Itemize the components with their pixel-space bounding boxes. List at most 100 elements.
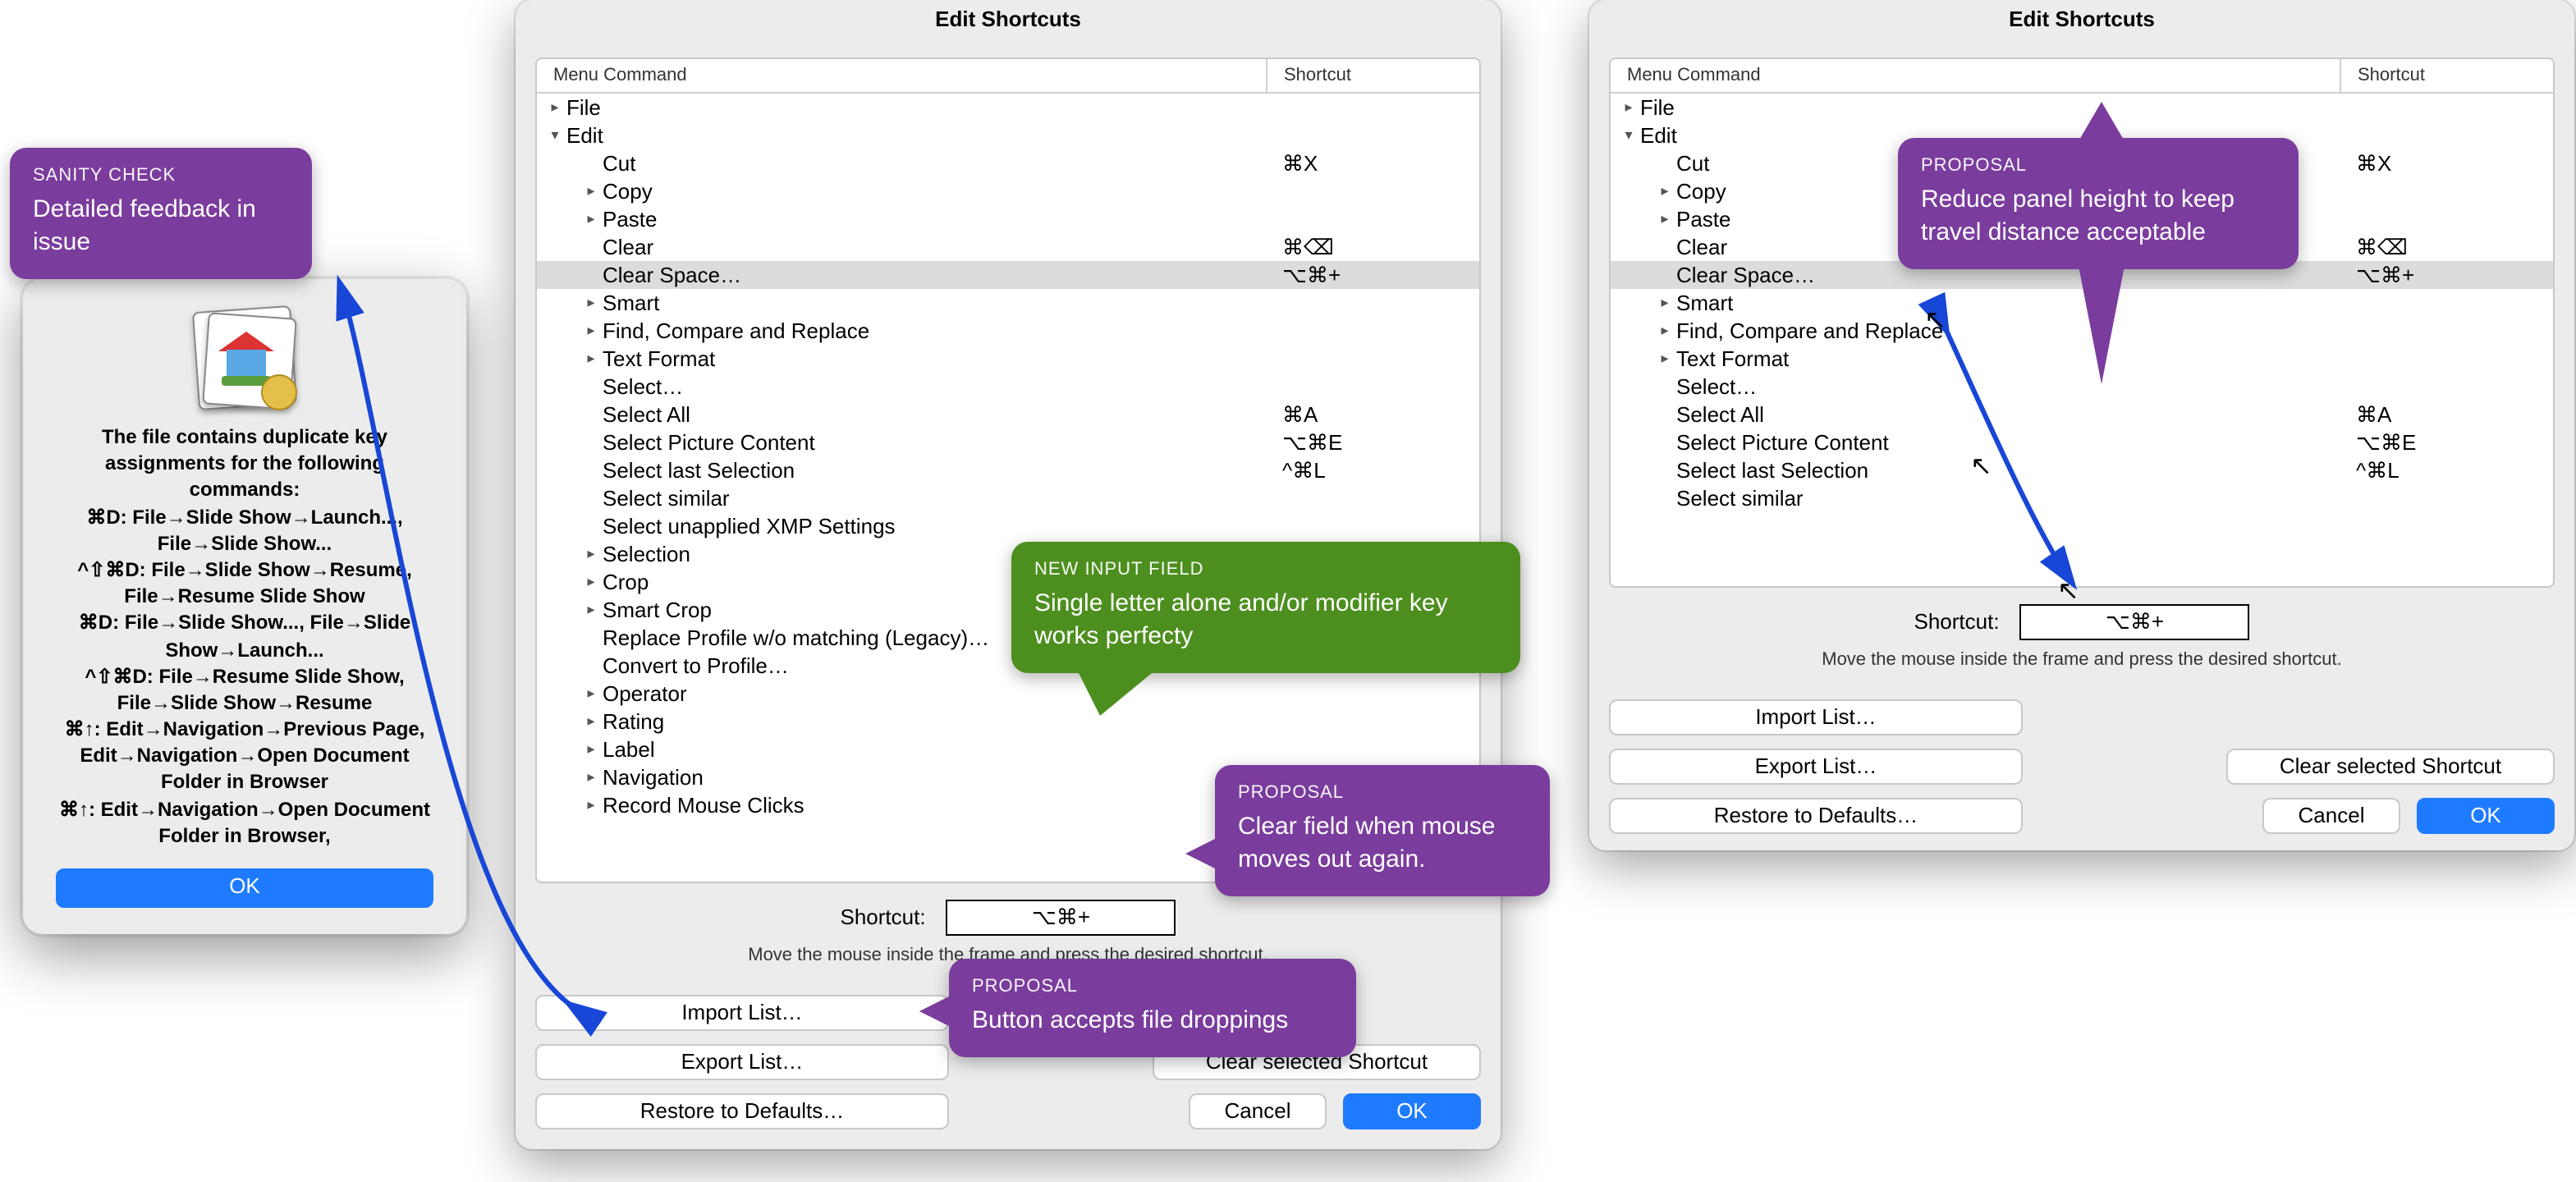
- tree-row[interactable]: ▸Operator: [537, 680, 1479, 708]
- tree-row-label: Select last Selection: [603, 458, 795, 483]
- chevron-right-icon[interactable]: ▸: [583, 768, 599, 786]
- tree-row-label: File: [566, 95, 601, 120]
- tree-row[interactable]: Select All⌘A: [1611, 401, 2553, 428]
- tree-row-label: Select last Selection: [1676, 458, 1868, 483]
- tree-row-label: Operator: [603, 681, 687, 706]
- export-list-button[interactable]: Export List…: [1609, 749, 2023, 785]
- chevron-right-icon[interactable]: ▸: [583, 350, 599, 368]
- export-list-button[interactable]: Export List…: [535, 1044, 949, 1080]
- import-list-button[interactable]: Import List…: [535, 995, 949, 1031]
- ok-button[interactable]: OK: [1343, 1093, 1481, 1129]
- tree-row-shortcut: ⌘⌫: [1266, 234, 1479, 260]
- tree-row[interactable]: Select similar: [537, 484, 1479, 512]
- chevron-down-icon[interactable]: ▾: [547, 126, 563, 144]
- tree-row[interactable]: ▸Smart: [537, 289, 1479, 317]
- restore-defaults-button[interactable]: Restore to Defaults…: [535, 1093, 949, 1129]
- chevron-right-icon[interactable]: ▸: [583, 294, 599, 312]
- tree-row-label: Clear Space…: [603, 263, 741, 287]
- tree-row-label: Edit: [1640, 123, 1677, 148]
- tree-row[interactable]: Clear Space… ⌥⌘+: [537, 261, 1479, 289]
- chevron-right-icon[interactable]: ▸: [583, 740, 599, 758]
- callout-new-input-field: NEW INPUT FIELD Single letter alone and/…: [1011, 542, 1520, 674]
- tree-row-shortcut: ^⌘L: [1266, 457, 1479, 483]
- alert-ok-button[interactable]: OK: [56, 868, 433, 908]
- tree-row-shortcut: ⌘X: [2340, 150, 2553, 176]
- tree-row-label: Find, Compare and Replace: [1676, 318, 1943, 343]
- shortcut-input[interactable]: ⌥⌘+: [946, 900, 1176, 936]
- tree-row[interactable]: Cut⌘X: [537, 149, 1479, 177]
- tree-row[interactable]: ▸Find, Compare and Replace: [537, 317, 1479, 345]
- tree-row-label: Smart: [1676, 291, 1733, 315]
- chevron-right-icon[interactable]: ▸: [583, 796, 599, 814]
- tree-row-label: Select similar: [1676, 486, 1804, 511]
- tree-row-label: Convert to Profile…: [603, 653, 789, 678]
- tree-row[interactable]: ▾Edit: [537, 121, 1479, 149]
- tree-row[interactable]: Select Picture Content⌥⌘E: [1611, 428, 2553, 456]
- tree-row[interactable]: Clear ⌘⌫: [537, 233, 1479, 261]
- restore-defaults-button[interactable]: Restore to Defaults…: [1609, 798, 2023, 834]
- tree-row-shortcut: ⌥⌘+: [2340, 262, 2553, 288]
- shortcut-input[interactable]: ⌥⌘+: [2019, 604, 2249, 640]
- import-list-button[interactable]: Import List…: [1609, 699, 2023, 735]
- tree-row-label: Select All: [603, 402, 690, 427]
- chevron-right-icon[interactable]: ▸: [583, 182, 599, 200]
- tree-row[interactable]: Select last Selection^⌘L: [1611, 456, 2553, 484]
- tree-row-label: Clear: [603, 235, 653, 259]
- tree-row[interactable]: ▸Copy: [537, 177, 1479, 205]
- tree-row-shortcut: ⌥⌘+: [1266, 262, 1479, 288]
- cancel-button[interactable]: Cancel: [1189, 1093, 1327, 1129]
- chevron-right-icon[interactable]: ▸: [583, 545, 599, 563]
- tree-row[interactable]: Select Picture Content⌥⌘E: [537, 428, 1479, 456]
- chevron-right-icon[interactable]: ▸: [583, 573, 599, 591]
- chevron-down-icon[interactable]: ▾: [1620, 126, 1637, 144]
- tree-row-shortcut: ⌥⌘E: [2340, 429, 2553, 456]
- command-list[interactable]: Menu Command Shortcut ▸File▾EditCut⌘X▸Co…: [535, 57, 1481, 883]
- chevron-right-icon[interactable]: ▸: [1620, 98, 1637, 117]
- tree-row[interactable]: Select unapplied XMP Settings: [537, 512, 1479, 540]
- tree-row-label: Crop: [603, 570, 649, 594]
- chevron-right-icon[interactable]: ▸: [547, 98, 563, 117]
- callout-button-droppings: PROPOSAL Button accepts file droppings: [949, 959, 1356, 1057]
- tree-row-label: Select unapplied XMP Settings: [603, 514, 896, 538]
- tree-row-label: Smart Crop: [603, 598, 712, 622]
- chevron-right-icon[interactable]: ▸: [1657, 210, 1673, 228]
- tree-row-label: Record Mouse Clicks: [603, 793, 804, 818]
- tree-row-label: Smart: [603, 291, 659, 315]
- chevron-right-icon[interactable]: ▸: [583, 601, 599, 619]
- cancel-button[interactable]: Cancel: [2262, 798, 2400, 834]
- chevron-right-icon[interactable]: ▸: [1657, 350, 1673, 368]
- tree-row[interactable]: Select…: [537, 373, 1479, 401]
- chevron-right-icon[interactable]: ▸: [583, 712, 599, 731]
- tree-row-label: Paste: [603, 207, 658, 231]
- tree-row[interactable]: Select All⌘A: [537, 401, 1479, 428]
- tree-row-shortcut: ⌘A: [2340, 401, 2553, 428]
- tree-row-label: Text Format: [1676, 346, 1789, 371]
- tree-row-label: Select…: [1676, 374, 1757, 399]
- chevron-right-icon[interactable]: ▸: [1657, 182, 1673, 200]
- tree-row-label: Select similar: [603, 486, 730, 511]
- tree-row[interactable]: ▸Text Format: [537, 345, 1479, 373]
- tree-row[interactable]: ▸Label: [537, 735, 1479, 763]
- column-menu-command[interactable]: Menu Command: [537, 59, 1266, 92]
- column-shortcut[interactable]: Shortcut: [1266, 59, 1479, 92]
- tree-row[interactable]: ▸File: [537, 94, 1479, 121]
- chevron-right-icon[interactable]: ▸: [1657, 294, 1673, 312]
- tree-row-label: Copy: [1676, 179, 1726, 204]
- tree-row-label: Replace Profile w/o matching (Legacy)…: [603, 625, 989, 650]
- app-icon: [195, 309, 294, 407]
- tree-row[interactable]: ▸Paste: [537, 205, 1479, 233]
- chevron-right-icon[interactable]: ▸: [583, 210, 599, 228]
- chevron-right-icon[interactable]: ▸: [583, 685, 599, 703]
- tree-row-label: Cut: [1676, 151, 1709, 176]
- tree-row[interactable]: ▸Rating: [537, 708, 1479, 735]
- tree-row[interactable]: Select similar: [1611, 484, 2553, 512]
- clear-selected-shortcut-button[interactable]: Clear selected Shortcut: [2226, 749, 2555, 785]
- tree-row-label: Cut: [603, 151, 635, 176]
- column-shortcut[interactable]: Shortcut: [2340, 59, 2553, 92]
- tree-row-label: Label: [603, 737, 655, 762]
- tree-row[interactable]: Select last Selection ^⌘L: [537, 456, 1479, 484]
- chevron-right-icon[interactable]: ▸: [583, 322, 599, 340]
- ok-button[interactable]: OK: [2417, 798, 2555, 834]
- column-menu-command[interactable]: Menu Command: [1611, 59, 2340, 92]
- chevron-right-icon[interactable]: ▸: [1657, 322, 1673, 340]
